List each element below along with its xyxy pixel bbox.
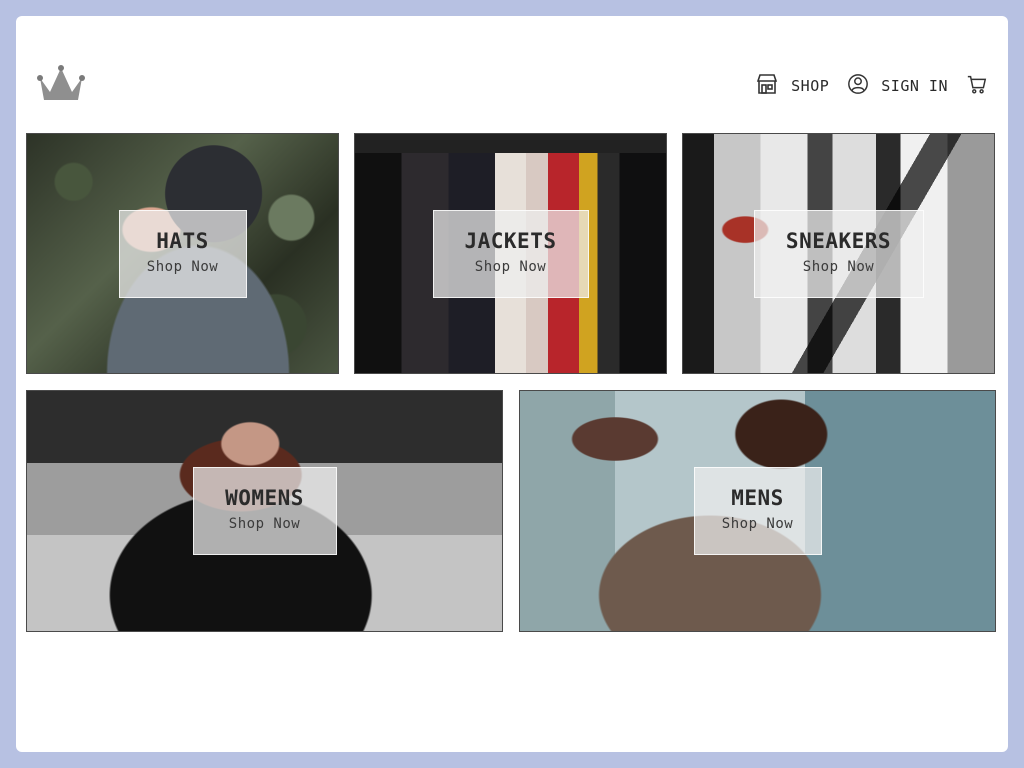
category-title: JACKETS (464, 228, 557, 253)
category-title: WOMENS (225, 486, 304, 510)
category-label-sneakers[interactable]: SNEAKERS Shop Now (753, 209, 924, 298)
shop-link[interactable]: SHOP (755, 72, 829, 100)
shop-now-link[interactable]: Shop Now (755, 259, 923, 275)
shop-now-link[interactable]: Shop Now (434, 259, 588, 275)
shop-now-link[interactable]: Shop Now (120, 259, 246, 275)
category-tile-womens[interactable]: WOMENS Shop Now (26, 390, 503, 632)
site-header: SHOP SIGN IN (16, 16, 1008, 136)
shop-now-link[interactable]: Shop Now (194, 516, 336, 532)
cart-button[interactable] (966, 73, 988, 99)
category-title: SNEAKERS (785, 228, 892, 253)
category-tile-mens[interactable]: MENS Shop Now (519, 390, 996, 632)
category-tile-jackets[interactable]: JACKETS Shop Now (354, 133, 667, 374)
storefront-icon (755, 72, 791, 100)
category-label-mens[interactable]: MENS Shop Now (693, 467, 822, 555)
category-label-hats[interactable]: HATS Shop Now (118, 209, 247, 298)
main-nav: SHOP SIGN IN (737, 72, 988, 100)
category-label-jackets[interactable]: JACKETS Shop Now (432, 209, 589, 298)
shop-label: SHOP (791, 77, 830, 95)
app-window: SHOP SIGN IN HATS Shop Now JACKETS Shop … (16, 16, 1008, 752)
category-tile-sneakers[interactable]: SNEAKERS Shop Now (682, 133, 995, 374)
signin-label: SIGN IN (881, 77, 948, 95)
category-title: HATS (156, 228, 209, 253)
category-title: MENS (731, 486, 784, 510)
shop-now-link[interactable]: Shop Now (695, 516, 821, 532)
category-tile-hats[interactable]: HATS Shop Now (26, 133, 339, 374)
crown-logo-icon[interactable] (34, 62, 88, 106)
user-circle-icon (847, 73, 881, 99)
shopping-cart-icon (966, 75, 988, 99)
category-label-womens[interactable]: WOMENS Shop Now (192, 467, 337, 555)
signin-link[interactable]: SIGN IN (847, 73, 948, 99)
